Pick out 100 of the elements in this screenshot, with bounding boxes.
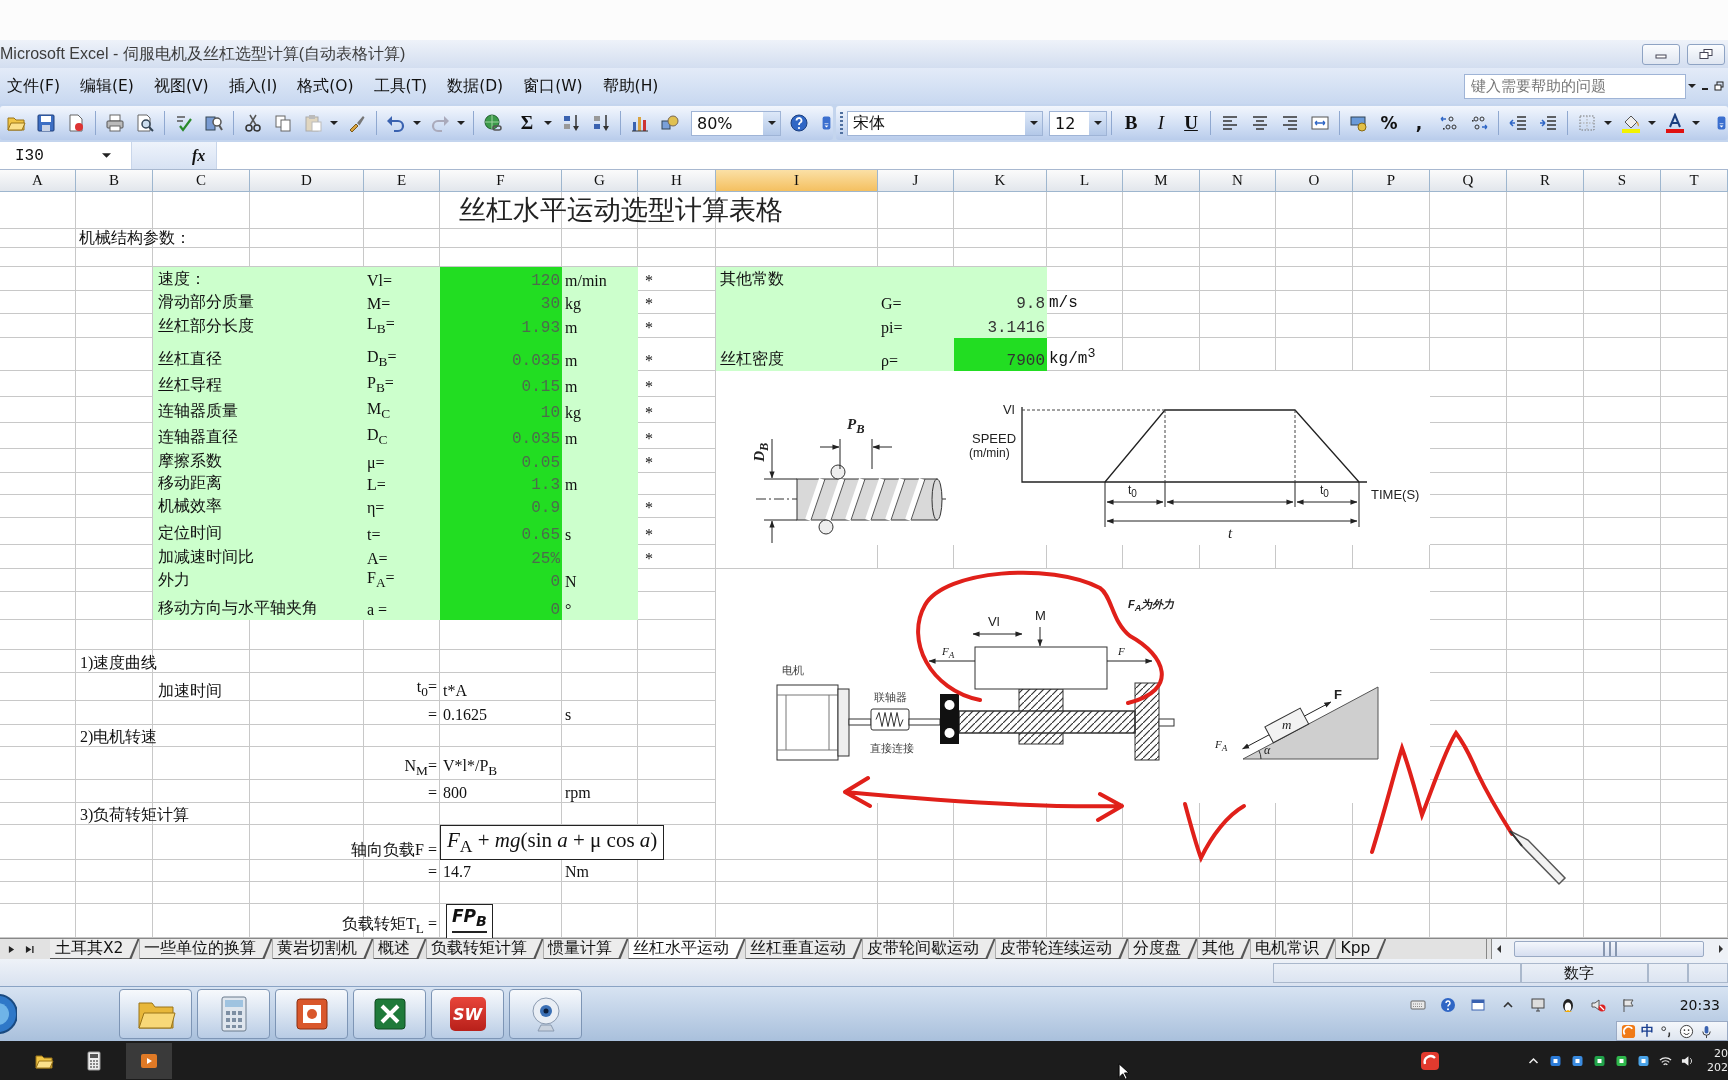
- column-header[interactable]: P: [1353, 170, 1430, 192]
- book-magnifier-icon[interactable]: [204, 113, 224, 133]
- menu-item[interactable]: 窗口(W): [523, 75, 583, 97]
- align-right-icon[interactable]: [1280, 113, 1300, 133]
- menu-item[interactable]: 视图(V): [153, 75, 209, 97]
- column-header[interactable]: S: [1584, 170, 1661, 192]
- menu-item[interactable]: 帮助(H): [602, 75, 659, 97]
- menu-item[interactable]: 格式(O): [297, 75, 354, 97]
- help-icon[interactable]: [1439, 997, 1456, 1013]
- caret-icon[interactable]: [1692, 120, 1700, 126]
- banknote-icon[interactable]: [1349, 113, 1369, 133]
- sheet-tab[interactable]: 皮带轮连续运动: [995, 939, 1129, 959]
- increase-indent-icon[interactable]: [1538, 113, 1558, 133]
- clipboard-icon[interactable]: [303, 113, 323, 133]
- checkmark-icon[interactable]: [174, 113, 194, 133]
- smiley-icon[interactable]: [1679, 1023, 1694, 1039]
- input-mode-button[interactable]: 中: [1641, 1022, 1654, 1040]
- scroll-left-icon[interactable]: [1495, 944, 1503, 954]
- help-search-field[interactable]: 键入需要帮助的问题: [1464, 73, 1686, 99]
- scrollbar-thumb[interactable]: [1514, 941, 1704, 957]
- paint-bucket-icon[interactable]: [1621, 113, 1641, 133]
- sheet-tab[interactable]: 分度盘: [1128, 939, 1198, 959]
- next-sheet-icon[interactable]: [8, 944, 15, 954]
- percent-style-button[interactable]: %: [1378, 111, 1400, 135]
- value-cell[interactable]: 7900: [954, 338, 1047, 371]
- column-header[interactable]: H: [638, 170, 716, 192]
- calculator-icon[interactable]: [84, 1050, 104, 1071]
- sheet-tab[interactable]: 其他: [1197, 939, 1251, 959]
- column-header[interactable]: J: [878, 170, 954, 192]
- sheet-tab[interactable]: 概述: [373, 939, 427, 959]
- increase-decimal-icon[interactable]: [1439, 113, 1459, 133]
- column-header[interactable]: G: [562, 170, 638, 192]
- underline-button[interactable]: U: [1180, 111, 1202, 135]
- monitor-icon[interactable]: [1529, 997, 1546, 1013]
- microphone-icon[interactable]: [1699, 1023, 1714, 1039]
- menu-item[interactable]: 文件(F): [7, 75, 60, 97]
- autosum-button[interactable]: Σ: [516, 111, 538, 135]
- document-icon[interactable]: [66, 113, 86, 133]
- column-header[interactable]: E: [364, 170, 440, 192]
- start-orb-icon[interactable]: [0, 992, 17, 1036]
- printer-icon[interactable]: [105, 113, 125, 133]
- scissors-icon[interactable]: [243, 113, 263, 133]
- column-header[interactable]: D: [250, 170, 364, 192]
- window-icon[interactable]: [1469, 997, 1486, 1013]
- sheet-tab[interactable]: 土耳其X2: [50, 939, 140, 959]
- taskbar-button[interactable]: SW: [431, 989, 504, 1039]
- wifi-icon[interactable]: [1659, 1054, 1672, 1067]
- last-sheet-icon[interactable]: [25, 944, 34, 954]
- taskbar-button[interactable]: [353, 989, 426, 1039]
- column-header[interactable]: C: [153, 170, 250, 192]
- value-cell[interactable]: 3.1416: [954, 314, 1047, 338]
- caret-icon[interactable]: [457, 120, 465, 126]
- copy-icon[interactable]: [273, 113, 293, 133]
- caret-icon[interactable]: [413, 120, 421, 126]
- caret-icon[interactable]: [1688, 83, 1696, 89]
- menu-item[interactable]: 编辑(E): [80, 75, 134, 97]
- menu-item[interactable]: 工具(T): [373, 75, 428, 97]
- merge-cells-icon[interactable]: [1310, 113, 1330, 133]
- page-magnifier-icon[interactable]: [135, 113, 155, 133]
- column-header[interactable]: M: [1123, 170, 1200, 192]
- shapes-icon[interactable]: [660, 113, 680, 133]
- zoom-dropdown[interactable]: 80%: [691, 110, 781, 136]
- value-cell[interactable]: 9.8: [954, 291, 1047, 314]
- globe-icon[interactable]: [483, 113, 503, 133]
- clock[interactable]: 20:33: [1679, 989, 1720, 1013]
- sheet-tab[interactable]: 丝杠垂直运动: [745, 939, 863, 959]
- tray-app-icon[interactable]: [1549, 1054, 1562, 1067]
- menu-item[interactable]: 数据(D): [447, 75, 504, 97]
- font-size-dropdown[interactable]: 12: [1049, 110, 1107, 136]
- italic-button[interactable]: I: [1150, 111, 1172, 135]
- taskbar-button[interactable]: [509, 989, 582, 1039]
- minimize-button[interactable]: [1642, 43, 1680, 65]
- tray-app-icon[interactable]: [1571, 1054, 1584, 1067]
- align-center-icon[interactable]: [1250, 113, 1270, 133]
- sheet-tab[interactable]: 电机常识: [1250, 939, 1336, 959]
- column-header[interactable]: L: [1047, 170, 1123, 192]
- align-left-icon[interactable]: [1220, 113, 1240, 133]
- sheet-tab[interactable]: 丝杠水平运动: [628, 939, 746, 959]
- column-header[interactable]: F: [440, 170, 562, 192]
- speaker-icon[interactable]: [1681, 1054, 1694, 1067]
- column-header[interactable]: B: [76, 170, 153, 192]
- scroll-right-icon[interactable]: [1717, 944, 1725, 954]
- sort-ascending-icon[interactable]: [561, 113, 581, 133]
- tray-app-icon[interactable]: [1615, 1054, 1628, 1067]
- column-header[interactable]: O: [1276, 170, 1353, 192]
- decrease-indent-icon[interactable]: [1508, 113, 1528, 133]
- sheet-tab[interactable]: Kpp: [1335, 939, 1387, 959]
- sheet-tab[interactable]: 一些单位的换算: [139, 939, 273, 959]
- column-header[interactable]: R: [1507, 170, 1584, 192]
- restore-icon[interactable]: [1714, 81, 1724, 91]
- tray-app-icon[interactable]: [1593, 1054, 1606, 1067]
- restore-button[interactable]: [1687, 43, 1725, 65]
- caret-icon[interactable]: [330, 120, 338, 126]
- font-dropdown[interactable]: 宋体: [847, 110, 1043, 136]
- sheet-tab[interactable]: 惯量计算: [543, 939, 629, 959]
- taskbar-button[interactable]: [275, 989, 348, 1039]
- menu-item[interactable]: 插入(I): [228, 75, 278, 97]
- caret-icon[interactable]: [1604, 120, 1612, 126]
- sheet-tab[interactable]: 皮带轮间歇运动: [862, 939, 996, 959]
- column-header[interactable]: Q: [1430, 170, 1507, 192]
